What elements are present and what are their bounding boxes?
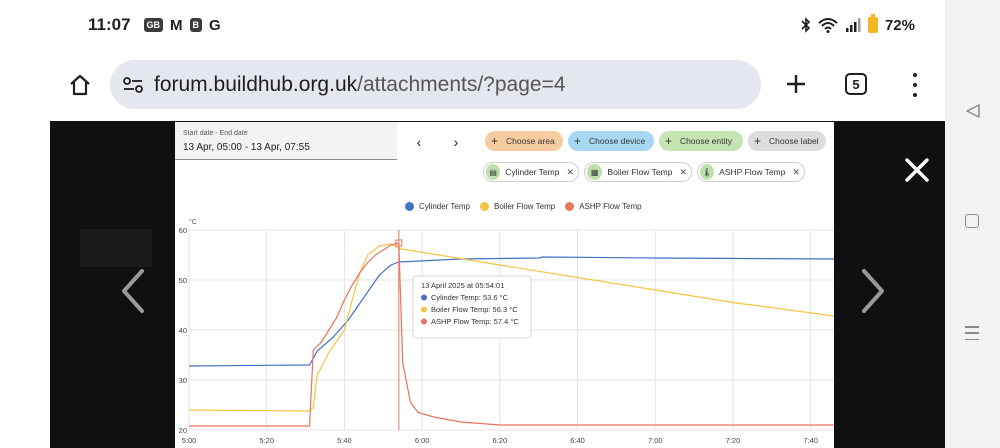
chart-legend: Cylinder Temp Boiler Flow Temp ASHP Flow T… [405,202,642,211]
entity-tag-boiler[interactable]: ▦ Boiler Flow Temp ✕ [584,162,692,182]
heat-pump-icon: ▦ [587,164,603,180]
legend-swatch [565,202,575,211]
y-tick-label: 50 [179,276,187,285]
choose-device-button[interactable]: + Choose device [568,131,654,151]
overflow-menu-button[interactable] [908,70,922,100]
x-tick-label: 7:20 [726,436,741,445]
url-text[interactable]: forum.buildhub.org.uk/attachments/?page=… [154,73,566,97]
plus-icon: + [754,134,762,148]
chevron-right-icon[interactable] [860,261,888,321]
plus-icon: + [665,134,673,148]
x-tick-label: 7:40 [803,436,818,445]
legend-swatch [479,202,489,211]
choose-device-label: Choose device [589,136,646,146]
x-tick-label: 6:00 [415,436,430,445]
y-tick-label: 20 [179,426,187,435]
plus-icon: + [574,134,582,148]
close-icon[interactable] [905,158,929,182]
signal-icon [845,18,861,32]
x-tick-label: 6:40 [570,436,585,445]
plus-icon [787,75,805,93]
tooltip-dot [421,294,427,301]
home-button[interactable] [50,60,110,110]
attachment-image: Start date - End date 13 Apr, 05:00 - 13… [175,122,834,448]
site-settings-icon[interactable] [122,75,144,95]
notification-badge: GB [143,18,164,32]
entity-tag-label: Cylinder Temp [505,167,560,177]
x-tick-label: 5:40 [337,436,352,445]
home-nav-icon[interactable] [965,214,979,228]
water-heater-icon: ▤ [486,164,501,180]
system-navigation-bar [945,0,1000,448]
choose-area-button[interactable]: + Choose area [485,131,563,151]
thermometer-icon: 🌡 [700,164,715,180]
browser-toolbar: forum.buildhub.org.uk/attachments/?page=… [50,52,945,118]
entity-tag-label: Boiler Flow Temp [607,167,673,177]
tooltip-row: Boiler Flow Temp: 56.3 °C [431,305,518,314]
legend-item[interactable]: Boiler Flow Temp [479,202,556,211]
x-tick-label: 7:00 [648,436,663,445]
legend-item[interactable]: Cylinder Temp [405,202,470,211]
tooltip-row: ASHP Flow Temp: 57.4 °C [431,317,519,326]
tooltip-row: Cylinder Temp: 53.6 °C [431,293,509,302]
home-icon [70,74,90,96]
chevron-left-icon[interactable] [118,261,146,321]
google-icon: G [209,16,221,34]
remove-tag-icon[interactable]: ✕ [566,167,574,178]
date-range-picker[interactable]: Start date - End date 13 Apr, 05:00 - 13… [175,122,397,160]
back-icon[interactable] [965,103,981,119]
entity-tag-cylinder[interactable]: ▤ Cylinder Temp ✕ [483,162,579,182]
plus-icon: + [491,134,499,148]
y-tick-label: 60 [179,226,187,235]
battery-icon [867,14,878,33]
tab-switcher-button[interactable]: 5 [845,73,867,95]
legend-label: Boiler Flow Temp [493,202,556,211]
date-range-label: Start date - End date [183,130,248,137]
gmail-icon: M [170,16,183,34]
recents-icon[interactable] [965,326,979,340]
remove-tag-icon[interactable]: ✕ [792,167,800,178]
x-tick-label: 6:20 [493,436,508,445]
new-tab-button[interactable] [778,66,814,102]
y-tick-label: 40 [179,326,187,335]
status-right: 72% [801,14,915,34]
address-bar[interactable]: forum.buildhub.org.uk/attachments/?page=… [110,60,761,109]
remove-tag-icon[interactable]: ✕ [679,167,687,178]
legend-swatch [405,202,414,211]
tooltip-dot [421,306,427,313]
notification-badge: B [189,18,203,32]
y-axis-unit: °C [189,218,197,226]
y-tick-label: 30 [179,376,187,385]
x-tick-label: 5:00 [182,436,197,445]
entity-tag-ashp[interactable]: 🌡 ASHP Flow Temp ✕ [697,162,805,182]
status-time: 11:07 [88,15,131,34]
url-host: forum.buildhub.org.uk [154,72,358,96]
choose-label-button[interactable]: + Choose label [748,131,826,151]
bluetooth-icon [801,17,811,33]
choose-area-label: Choose area [506,136,555,146]
choose-label-label: Choose label [769,136,819,146]
tooltip-dot [421,318,427,325]
wifi-icon [818,18,838,33]
legend-label: Cylinder Temp [419,202,470,211]
tooltip-title: 13 April 2025 at 05:54:01 [421,281,504,290]
choose-entity-button[interactable]: + Choose entity [659,131,743,151]
choose-entity-label: Choose entity [680,136,732,146]
legend-item[interactable]: ASHP Flow Temp [565,202,642,211]
next-period-button[interactable]: › [449,134,463,150]
x-tick-label: 5:20 [259,436,274,445]
entity-tag-label: ASHP Flow Temp [719,167,786,177]
status-bar: 11:07 GB M B G 72% [50,0,945,50]
previous-period-button[interactable]: ‹ [412,134,426,150]
date-range-value: 13 Apr, 05:00 - 13 Apr, 07:55 [183,142,310,153]
status-left: 11:07 GB M B G [88,15,221,35]
battery-level: 72% [884,16,915,34]
url-path: /attachments/?page=4 [357,72,566,96]
legend-label: ASHP Flow Temp [579,202,642,211]
temperature-history-chart[interactable]: °C 20 30 40 50 60 5:00 5:20 5:40 6:00 6:20 6:40 7:00… [175,214,834,448]
